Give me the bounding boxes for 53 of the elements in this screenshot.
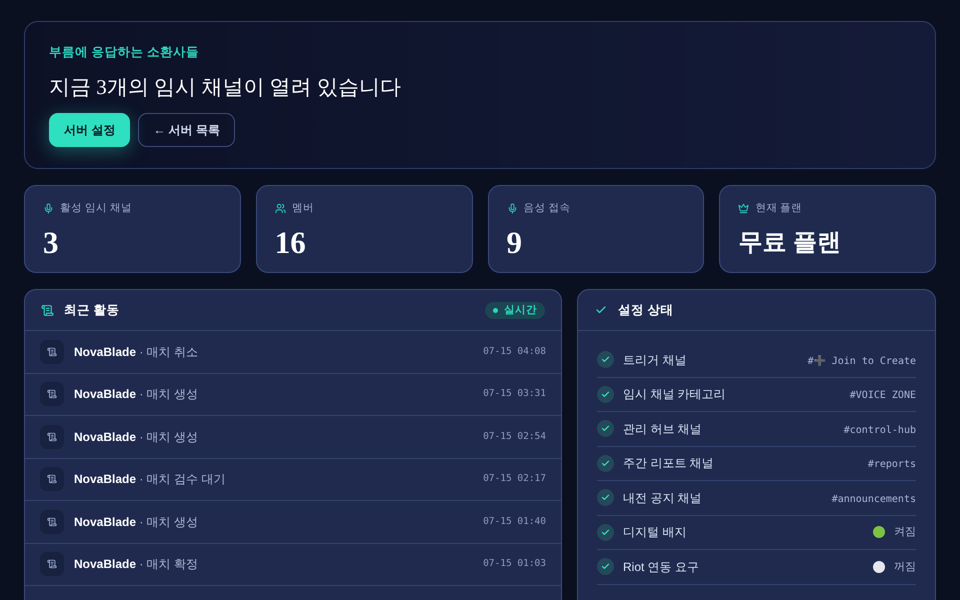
crown-icon [738, 202, 750, 214]
setting-label: 관리 허브 채널 [623, 420, 702, 438]
document-icon [40, 552, 64, 576]
activity-time: 07-15 01:03 [483, 557, 546, 572]
activity-text: NovaBlade · 매치 취소 [74, 344, 198, 361]
stat-label: 현재 플랜 [755, 201, 802, 215]
stat-label: 활성 임시 채널 [60, 201, 132, 215]
channel-value: #announcements [832, 494, 916, 505]
stat-value: 무료 플랜 [738, 229, 841, 256]
activity-text: NovaBlade · 매치 확정 [74, 556, 198, 574]
stat-value: 16 [274, 225, 306, 260]
badge-label: 실시간 [504, 303, 537, 317]
stat-value: 3 [43, 225, 58, 260]
back-button[interactable]: ← 서버 목록 [138, 113, 236, 147]
hero-title: 지금 3개의 임시 채널이 열려 있습니다 [49, 74, 401, 101]
activity-time: 07-15 01:40 [483, 514, 546, 529]
settings-button[interactable]: 서버 설정 [49, 113, 130, 147]
setting-label: 디지털 배지 [623, 524, 686, 542]
setting-label: Riot 연동 요구 [623, 558, 700, 576]
setting-label: 내전 공지 채널 [623, 490, 702, 507]
activity-text: NovaBlade · 매치 생성 [74, 386, 198, 404]
hero-eyebrow: 부름에 응답하는 소환사들 [49, 44, 199, 61]
channel-value: #VOICE ZONE [850, 390, 916, 402]
activity-text: NovaBlade · 매치 생성 [74, 514, 198, 531]
panel-title: 설정 상태 [618, 302, 674, 319]
activity-time: 07-15 03:31 [483, 387, 546, 402]
panel-title: 최근 활동 [64, 302, 120, 319]
stat-label: 음성 접속 [524, 201, 570, 215]
activity-time: 07-15 02:54 [483, 430, 546, 444]
activity-time: 07-15 02:17 [483, 472, 546, 486]
scroll-icon [41, 304, 54, 316]
stat-value: 9 [506, 225, 522, 260]
mic-icon [506, 202, 518, 214]
channel-value: #control-hub [844, 424, 916, 436]
stat-label: 멤버 [292, 201, 314, 215]
users-icon [274, 202, 286, 214]
setting-label: 주간 리포트 채널 [623, 455, 714, 472]
toggle-value: 켜짐 [894, 525, 916, 540]
activity-time: 07-15 04:08 [483, 344, 546, 359]
setting-label: 임시 채널 카테고리 [623, 386, 726, 404]
document-icon [40, 424, 64, 449]
activity-text: NovaBlade · 매치 생성 [74, 428, 198, 446]
setting-label: 트리거 채널 [623, 352, 686, 369]
channel-value: #➕ Join to Create [808, 356, 916, 367]
document-icon [40, 382, 64, 406]
activity-text: NovaBlade · 매치 검수 대기 [74, 471, 226, 488]
toggle-value: 꺼짐 [894, 560, 916, 574]
check-icon [595, 304, 607, 316]
mic-icon [43, 202, 54, 214]
channel-value: #reports [868, 459, 916, 470]
document-icon [40, 340, 64, 364]
document-icon [40, 467, 64, 492]
document-icon [40, 510, 64, 534]
